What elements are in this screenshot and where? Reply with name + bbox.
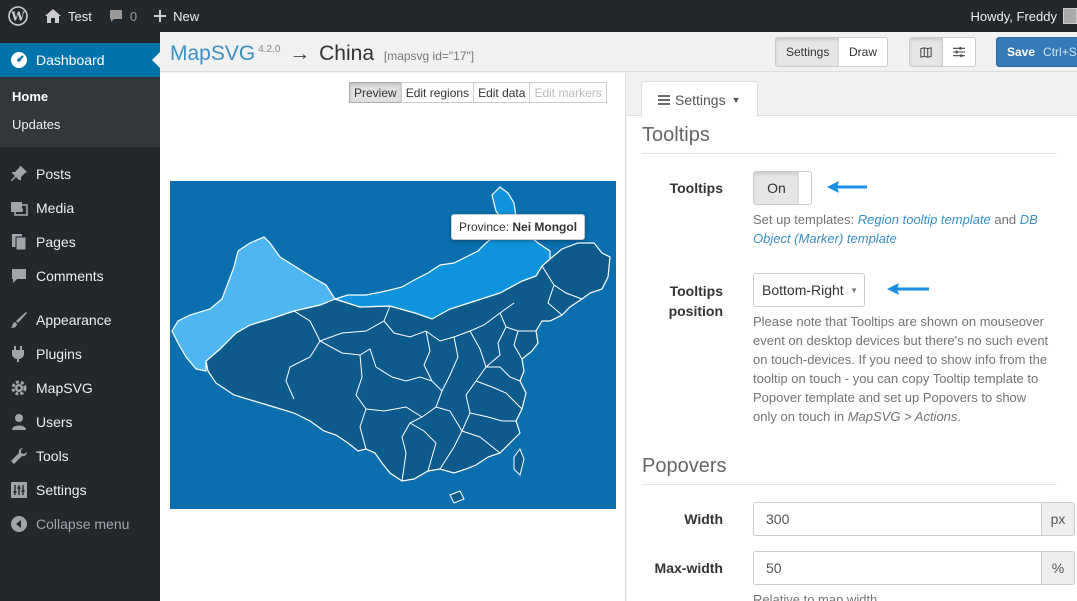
comments-link[interactable]: 0 [100,0,145,32]
map-icon [920,46,932,58]
width-input-group: 300 px [753,502,1075,536]
mapsvg-actions-ref: MapSVG > Actions [847,409,958,424]
submenu-home[interactable]: Home [0,84,160,112]
tooltip-region-name: Nei Mongol [512,220,578,234]
width-input[interactable]: 300 [753,502,1042,536]
sidebar-item-users[interactable]: Users [0,405,160,439]
save-button[interactable]: Save Ctrl+S [996,37,1077,67]
plus-icon [154,10,167,22]
sidebar-item-appearance[interactable]: Appearance [0,303,160,337]
width-unit: px [1042,502,1075,536]
edit-markers-button: Edit markers [529,82,607,103]
settings-mode-button[interactable]: Settings [775,37,841,67]
region-tooltip: Province: Nei Mongol [451,214,586,240]
tooltips-section-title: Tooltips [642,124,1057,154]
new-content-link[interactable]: New [145,0,207,32]
svg-text:W: W [10,10,25,24]
user-icon [9,412,29,432]
title-arrow: → [289,42,311,65]
tab-settings[interactable]: Settings ▼ [641,81,758,117]
sliders-button[interactable] [942,37,976,67]
settings-panel: Settings ▼ Tooltips Tooltips On Set up t… [627,73,1077,601]
max-width-help: Relative to map width [753,592,878,601]
settings-tabbar: Settings ▼ [627,73,1077,117]
arrow-left-icon [887,283,929,295]
comment-icon [9,266,29,286]
submenu-updates[interactable]: Updates [0,112,160,140]
preview-mode-button[interactable]: Preview [349,82,402,103]
media-icon [9,198,29,218]
pages-icon [9,232,29,252]
collapse-menu-button[interactable]: Collapse menu [0,507,160,541]
admin-sidebar: Dashboard Home Updates Posts Media Pages… [0,32,160,601]
wrench-icon [9,446,29,466]
sidebar-item-dashboard[interactable]: Dashboard [0,43,160,77]
max-width-label: Max-width [654,560,723,576]
version: 4.2.0 [258,44,281,55]
settings-icon [9,480,29,500]
map-view-button[interactable] [909,37,943,67]
sidebar-item-media[interactable]: Media [0,191,160,225]
page-title: MapSVG 4.2.0 → China [mapsvg id="17"] [170,42,474,66]
max-width-input[interactable]: 50 [753,551,1042,585]
gear-icon [9,378,29,398]
tooltips-position-select[interactable]: Bottom-Right ▼ [753,273,865,307]
avatar [1063,8,1077,24]
edit-regions-button[interactable]: Edit regions [400,82,475,103]
tooltips-toggle[interactable]: On [753,171,812,205]
dashboard-icon [9,50,29,70]
save-shortcut: Ctrl+S [1043,45,1077,59]
pin-icon [9,164,29,184]
sidebar-item-settings[interactable]: Settings [0,473,160,507]
sliders-icon [953,46,965,58]
sidebar-item-plugins[interactable]: Plugins [0,337,160,371]
plugin-icon [9,344,29,364]
collapse-icon [9,514,29,534]
map-preview-panel: Preview Edit regions Edit data Edit mark… [160,73,626,601]
tooltips-position-label: Tooltips position [668,283,723,319]
arrow-left-icon [827,181,867,193]
brush-icon [9,310,29,330]
edit-data-button[interactable]: Edit data [473,82,531,103]
tooltips-label: Tooltips [669,180,723,196]
map-mode-switcher: Preview Edit regions Edit data Edit mark… [349,82,607,103]
shortcode: [mapsvg id="17"] [383,49,475,63]
sidebar-item-comments[interactable]: Comments [0,259,160,293]
position-help: Please note that Tooltips are shown on m… [753,314,1049,424]
sidebar-item-posts[interactable]: Posts [0,157,160,191]
caret-down-icon: ▼ [850,286,858,295]
app-name: MapSVG [170,42,256,65]
draw-mode-button[interactable]: Draw [839,37,889,67]
admin-bar: W Test 0 New Howdy, Freddy [0,0,1077,32]
home-icon [45,9,61,23]
tooltips-toggle-value: On [754,172,799,204]
max-width-input-group: 50 % [753,551,1075,585]
popovers-section-title: Popovers [642,455,1057,485]
region-tooltip-template-link[interactable]: Region tooltip template [858,212,991,227]
comment-icon [109,10,122,22]
mapsvg-header: MapSVG 4.2.0 → China [mapsvg id="17"] Set… [160,32,1077,72]
menu-icon [658,94,670,105]
sidebar-item-pages[interactable]: Pages [0,225,160,259]
templates-help: Set up templates: Region tooltip templat… [753,212,1038,246]
sidebar-item-tools[interactable]: Tools [0,439,160,473]
width-label: Width [684,511,723,527]
site-name-link[interactable]: Test [36,0,100,32]
wordpress-logo-icon[interactable]: W [0,0,36,32]
map-name: China [319,42,375,65]
sidebar-item-mapsvg[interactable]: MapSVG [0,371,160,405]
my-account-link[interactable]: Howdy, Freddy [963,0,1077,32]
caret-down-icon: ▼ [731,94,741,105]
max-width-unit: % [1042,551,1075,585]
dashboard-submenu: Home Updates [0,77,160,147]
